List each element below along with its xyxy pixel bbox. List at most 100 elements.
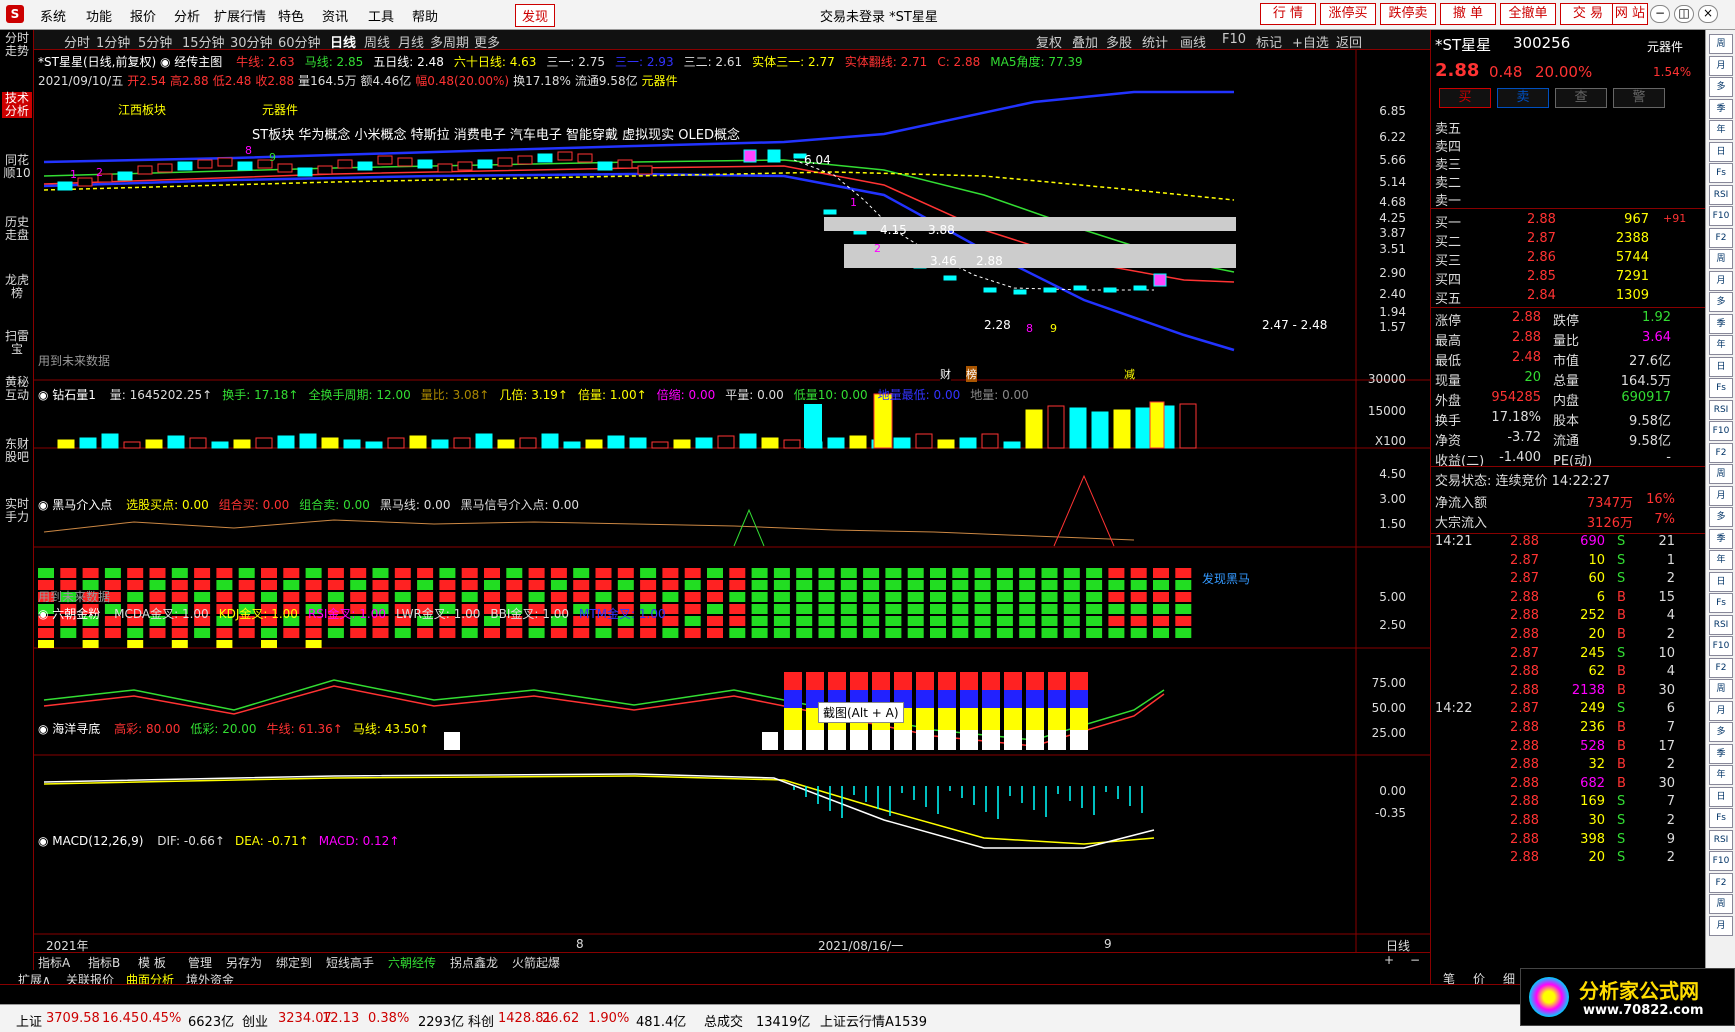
menu-0[interactable]: 系统 (40, 6, 66, 25)
tool-button[interactable]: F10 (1709, 851, 1733, 871)
tool-button[interactable]: F10 (1709, 206, 1733, 226)
tool-button[interactable]: Fs (1709, 378, 1733, 398)
period-7[interactable]: 周线 (364, 32, 390, 51)
sidebar-tab-5[interactable]: 扫雷宝 (2, 330, 32, 356)
board-jiangxi[interactable]: 江西板块 (118, 101, 166, 118)
tool-button[interactable]: 多 (1709, 77, 1733, 97)
tool-button[interactable]: F10 (1709, 636, 1733, 656)
quote-industry[interactable]: 元器件 (1647, 38, 1683, 55)
period-3[interactable]: 15分钟 (182, 32, 225, 51)
menu-7[interactable]: 工具 (368, 6, 394, 25)
quote-action-3[interactable]: 警 (1613, 88, 1665, 108)
period-8[interactable]: 月线 (398, 32, 424, 51)
discover-menu[interactable]: 发现 (515, 4, 556, 27)
zoom-out-icon[interactable]: − (1410, 953, 1420, 967)
buy-level-price[interactable]: 2.86 (1527, 250, 1556, 265)
formula-name[interactable]: 经传主图 (174, 55, 222, 69)
formula-gear-icon[interactable]: ◉ (160, 55, 174, 69)
chart-tool-3[interactable]: 统计 (1142, 32, 1168, 51)
macd-gear-icon[interactable]: ◉ (38, 834, 52, 848)
trade-button-1[interactable]: 涨停买 (1320, 3, 1376, 25)
period-2[interactable]: 5分钟 (138, 32, 172, 51)
heima-name[interactable]: 黑马介入点 (52, 498, 112, 512)
buy-level-price[interactable]: 2.88 (1527, 212, 1556, 227)
vol-gear-icon[interactable]: ◉ (38, 388, 52, 402)
indicator-tab-6[interactable]: 短线高手 (326, 954, 374, 971)
tool-button[interactable]: F2 (1709, 227, 1733, 248)
sidebar-tab-7[interactable]: 东财股吧 (2, 438, 32, 464)
period-1[interactable]: 1分钟 (96, 32, 130, 51)
chart-tool-7[interactable]: +自选 (1292, 32, 1329, 51)
chart-tool-4[interactable]: 画线 (1180, 32, 1206, 51)
marker-cai[interactable]: 财 (940, 366, 951, 382)
chart-tool-6[interactable]: 标记 (1256, 32, 1282, 51)
trade-button-6[interactable]: 网 站 (1612, 3, 1648, 25)
chart-tool-2[interactable]: 多股 (1106, 32, 1132, 51)
liuchao-gear-icon[interactable]: ◉ (38, 607, 52, 621)
indicator-tab-8[interactable]: 拐点鑫龙 (450, 954, 498, 971)
chart-tool-1[interactable]: 叠加 (1072, 32, 1098, 51)
indicator-tab-4[interactable]: 另存为 (226, 954, 262, 971)
quote-action-0[interactable]: 买 (1439, 88, 1491, 108)
tool-button[interactable]: RSI (1709, 184, 1733, 205)
close-icon[interactable]: × (1698, 5, 1718, 23)
tool-button[interactable]: Fs (1709, 163, 1733, 183)
haiyang-gear-icon[interactable]: ◉ (38, 722, 52, 736)
restore-icon[interactable]: ◫ (1674, 5, 1694, 23)
board-component[interactable]: 元器件 (262, 101, 298, 118)
indicator-tab-7[interactable]: 六朝经传 (388, 954, 436, 971)
period-5[interactable]: 60分钟 (278, 32, 321, 51)
tool-button[interactable]: 日 (1709, 356, 1733, 377)
period-4[interactable]: 30分钟 (230, 32, 273, 51)
buy-level-price[interactable]: 2.87 (1527, 231, 1556, 246)
period-9[interactable]: 多周期 (430, 32, 469, 51)
tool-button[interactable]: 多 (1709, 722, 1733, 742)
menu-4[interactable]: 扩展行情 (214, 6, 266, 25)
vol-name[interactable]: 钻石量1 (52, 388, 96, 402)
tool-button[interactable]: 日 (1709, 571, 1733, 592)
tool-button[interactable]: F10 (1709, 421, 1733, 441)
chart-tool-5[interactable]: F10 (1222, 32, 1246, 47)
heima-gear-icon[interactable]: ◉ (38, 498, 52, 512)
trade-button-0[interactable]: 行 情 (1260, 3, 1316, 25)
buy-level-price[interactable]: 2.84 (1527, 288, 1556, 303)
tool-button[interactable]: RSI (1709, 399, 1733, 420)
sidebar-tab-1[interactable]: 技术分析 (2, 92, 32, 118)
menu-5[interactable]: 特色 (278, 6, 304, 25)
tool-button[interactable]: 月 (1709, 485, 1733, 506)
liuchao-name[interactable]: 六朝金粉 (52, 607, 100, 621)
macd-name[interactable]: MACD(12,26,9) (52, 834, 143, 848)
tool-button[interactable]: 月 (1709, 915, 1733, 936)
chart-tool-8[interactable]: 返回 (1336, 32, 1362, 51)
tool-button[interactable]: 季 (1709, 98, 1733, 119)
zoom-in-icon[interactable]: + (1384, 953, 1394, 967)
sidebar-tab-2[interactable]: 同花顺10 (2, 154, 32, 180)
tool-button[interactable]: 季 (1709, 313, 1733, 334)
period-10[interactable]: 更多 (474, 32, 500, 51)
trade-button-3[interactable]: 撤 单 (1440, 3, 1496, 25)
indicator-tab-0[interactable]: 指标A (38, 954, 70, 971)
tool-button[interactable]: 日 (1709, 786, 1733, 807)
minimize-icon[interactable]: − (1650, 5, 1670, 23)
quote-action-1[interactable]: 卖 (1497, 88, 1549, 108)
indicator-tab-2[interactable]: 模 板 (138, 954, 166, 971)
quote-action-2[interactable]: 查 (1555, 88, 1607, 108)
tool-button[interactable]: 月 (1709, 55, 1733, 76)
indicator-tab-9[interactable]: 火箭起爆 (512, 954, 560, 971)
tool-button[interactable]: F2 (1709, 442, 1733, 463)
tool-button[interactable]: RSI (1709, 829, 1733, 850)
menu-1[interactable]: 功能 (86, 6, 112, 25)
tool-button[interactable]: 年 (1709, 765, 1733, 785)
tool-button[interactable]: F2 (1709, 657, 1733, 678)
menu-3[interactable]: 分析 (174, 6, 200, 25)
tool-button[interactable]: 周 (1709, 34, 1733, 54)
menu-2[interactable]: 报价 (130, 6, 156, 25)
trade-button-2[interactable]: 跌停卖 (1380, 3, 1436, 25)
sidebar-tab-3[interactable]: 历史走盘 (2, 216, 32, 242)
tool-button[interactable]: 年 (1709, 120, 1733, 140)
indicator-tab-3[interactable]: 管理 (188, 954, 212, 971)
sidebar-tab-6[interactable]: 黄秘互动 (2, 376, 32, 402)
tool-button[interactable]: Fs (1709, 808, 1733, 828)
menu-8[interactable]: 帮助 (412, 6, 438, 25)
indicator-tab-5[interactable]: 绑定到 (276, 954, 312, 971)
